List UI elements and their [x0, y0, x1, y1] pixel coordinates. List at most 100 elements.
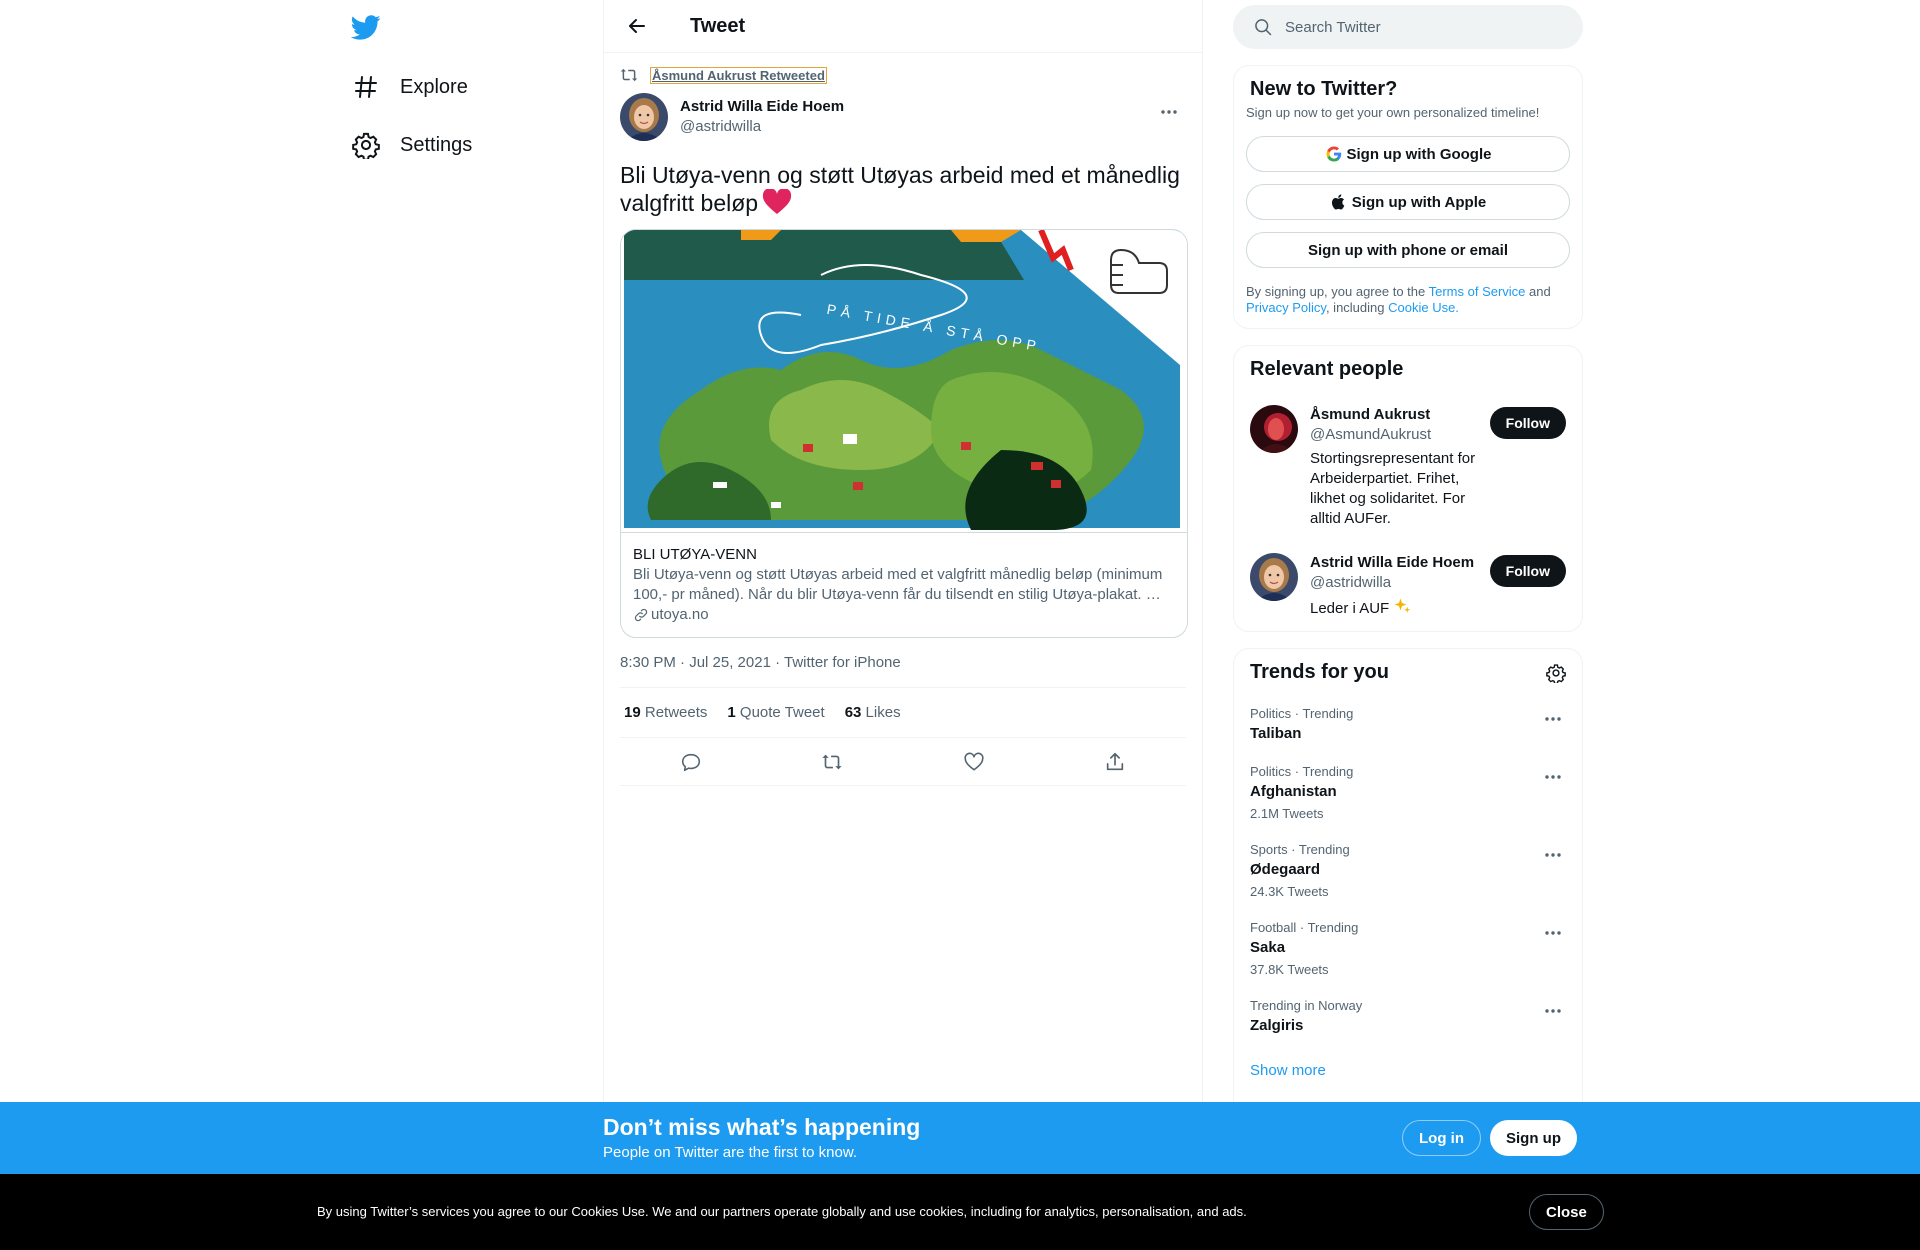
tweet-more-button[interactable] [1152, 95, 1186, 129]
trend-more-button[interactable] [1536, 916, 1570, 950]
quotes-label: Quote Tweet [739, 704, 825, 721]
retweets-count: 19 [624, 704, 641, 721]
tweet-source-link[interactable]: · Twitter for iPhone [771, 654, 901, 671]
twitter-logo-icon[interactable] [351, 12, 383, 44]
nav-settings[interactable]: Settings [340, 120, 484, 170]
signup-phone-email-button[interactable]: Sign up with phone or email [1246, 232, 1570, 268]
signup-google-button[interactable]: Sign up with Google [1246, 136, 1570, 172]
cookie-banner-text: By using Twitter’s services you agree to… [317, 1204, 1247, 1219]
retweets-stat[interactable]: 19 Retweets [624, 704, 707, 721]
gear-icon [1546, 663, 1566, 683]
legal-including: , including [1325, 300, 1389, 315]
trend-count: 37.8K Tweets [1250, 962, 1329, 977]
trend-more-button[interactable] [1536, 760, 1570, 794]
trends-title: Trends for you [1250, 661, 1389, 683]
cookie-close-button[interactable]: Close [1529, 1194, 1604, 1230]
retweet-button[interactable] [815, 745, 849, 779]
trends-settings-button[interactable] [1546, 663, 1566, 683]
google-logo-icon [1325, 145, 1343, 163]
trend-more-button[interactable] [1536, 838, 1570, 872]
retweets-label: Retweets [644, 704, 708, 721]
page-title: Tweet [690, 14, 746, 37]
person-name[interactable]: Åsmund Aukrust [1310, 405, 1480, 425]
likes-label: Likes [865, 704, 901, 721]
sparkles-emoji-icon [1393, 597, 1411, 615]
privacy-link[interactable]: Privacy Policy [1246, 300, 1326, 315]
retweet-icon [620, 66, 638, 84]
link-card[interactable]: PÅ TIDE Å STÅ OPP BLI UTØYA-VENN Bli Utø… [620, 229, 1188, 638]
trend-more-button[interactable] [1536, 702, 1570, 736]
red-heart-emoji-icon [762, 189, 792, 215]
author-handle[interactable]: @astridwilla [680, 117, 844, 137]
more-dots-icon [1544, 1008, 1562, 1014]
person-name[interactable]: Astrid Willa Eide Hoem [1310, 553, 1480, 573]
trend-name: Taliban [1250, 725, 1302, 742]
like-button[interactable] [957, 745, 991, 779]
trend-item[interactable]: Football · Trending Saka 37.8K Tweets [1234, 910, 1582, 988]
back-button[interactable] [620, 9, 654, 43]
avatar[interactable] [1250, 405, 1298, 453]
tweet: Åsmund Aukrust Retweeted Astrid Willa Ei… [604, 53, 1202, 786]
retweeter-link[interactable]: Åsmund Aukrust Retweeted [650, 66, 827, 84]
cookie-use-link[interactable]: Cookie Use. [1388, 300, 1459, 315]
trend-count: 2.1M Tweets [1250, 806, 1324, 821]
more-dots-icon [1544, 930, 1562, 936]
signup-button[interactable]: Sign up [1490, 1120, 1577, 1156]
follow-button[interactable]: Follow [1489, 555, 1566, 587]
tweet-time-link[interactable]: 8:30 PM · Jul 25, 2021 [620, 654, 771, 671]
legal-and: and [1525, 284, 1551, 299]
legal-prefix: By signing up, you agree to the [1246, 284, 1429, 299]
trend-name: Ødegaard [1250, 861, 1321, 878]
person-handle[interactable]: @AsmundAukrust [1310, 425, 1480, 445]
tweet-header: Tweet [604, 0, 1202, 53]
trend-meta: Sports · Trending [1250, 842, 1350, 857]
search-box[interactable] [1233, 5, 1583, 49]
trend-meta: Football · Trending [1250, 920, 1359, 935]
trend-item[interactable]: Politics · Trending Afghanistan 2.1M Twe… [1234, 754, 1582, 832]
share-button[interactable] [1098, 745, 1132, 779]
arrow-left-icon [627, 16, 647, 36]
follow-button[interactable]: Follow [1489, 407, 1566, 439]
nav-explore-label: Explore [400, 75, 468, 98]
login-button[interactable]: Log in [1402, 1120, 1481, 1156]
more-dots-icon [1160, 109, 1178, 115]
relevant-people-title: Relevant people [1250, 358, 1404, 380]
social-context: Åsmund Aukrust Retweeted [620, 53, 1186, 87]
likes-stat[interactable]: 63 Likes [845, 704, 901, 721]
nav-explore[interactable]: Explore [340, 62, 480, 112]
relevant-person[interactable]: Astrid Willa Eide Hoem @astridwilla Lede… [1234, 541, 1582, 631]
reply-button[interactable] [674, 745, 708, 779]
new-to-twitter-subtitle: Sign up now to get your own personalized… [1246, 105, 1540, 120]
author-name[interactable]: Astrid Willa Eide Hoem [680, 97, 844, 117]
trend-item[interactable]: Trending in Norway Zalgiris [1234, 988, 1582, 1046]
tweet-author: Astrid Willa Eide Hoem @astridwilla [620, 93, 1186, 141]
terms-link[interactable]: Terms of Service [1429, 284, 1526, 299]
main-column: Tweet Åsmund Aukrust Retweeted Astrid Wi… [603, 0, 1203, 1250]
trend-more-button[interactable] [1536, 994, 1570, 1028]
quotes-stat[interactable]: 1 Quote Tweet [727, 704, 824, 721]
reply-icon [680, 751, 702, 773]
trend-item[interactable]: Politics · Trending Taliban [1234, 696, 1582, 754]
more-dots-icon [1544, 852, 1562, 858]
nav-settings-label: Settings [400, 133, 473, 156]
search-input[interactable] [1285, 18, 1545, 36]
show-more-trends-link[interactable]: Show more [1234, 1046, 1582, 1095]
tweet-actions [620, 738, 1186, 786]
person-handle[interactable]: @astridwilla [1310, 573, 1480, 593]
signup-phone-label: Sign up with phone or email [1307, 241, 1508, 259]
card-title: BLI UTØYA-VENN [633, 546, 757, 563]
signup-banner-subtitle: People on Twitter are the first to know. [603, 1144, 858, 1161]
card-description: Bli Utøya-venn og støtt Utøyas arbeid me… [633, 566, 1163, 603]
trend-name: Saka [1250, 939, 1286, 956]
trend-item[interactable]: Sports · Trending Ødegaard 24.3K Tweets [1234, 832, 1582, 910]
search-icon [1253, 17, 1273, 37]
relevant-person[interactable]: Åsmund Aukrust @AsmundAukrust Stortingsr… [1234, 393, 1582, 541]
share-icon [1104, 751, 1126, 773]
cookie-banner: By using Twitter’s services you agree to… [0, 1174, 1920, 1250]
trend-count: 24.3K Tweets [1250, 884, 1329, 899]
avatar[interactable] [1250, 553, 1298, 601]
author-avatar[interactable] [620, 93, 668, 141]
signup-apple-button[interactable]: Sign up with Apple [1246, 184, 1570, 220]
quotes-count: 1 [727, 704, 736, 721]
tweet-text: Bli Utøya-venn og støtt Utøyas arbeid me… [620, 161, 1188, 217]
